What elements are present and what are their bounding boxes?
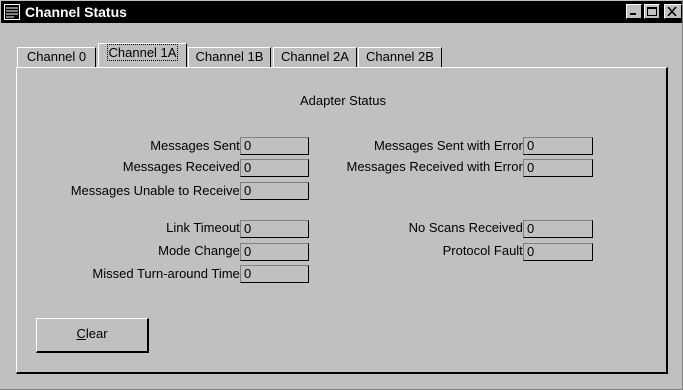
- missed-turnaround-field: 0: [240, 265, 309, 283]
- window-title: Channel Status: [25, 4, 127, 20]
- messages-sent-field: 0: [240, 137, 309, 155]
- messages-received-label: Messages Received =: [122, 159, 251, 174]
- title-bar[interactable]: Channel Status: [1, 1, 682, 23]
- adapter-status-heading: Adapter Status: [300, 93, 386, 108]
- system-menu-icon[interactable]: [4, 4, 20, 20]
- mode-change-field: 0: [240, 243, 309, 261]
- messages-unable-label: Messages Unable to Receive =: [70, 183, 251, 198]
- clear-button[interactable]: Clear: [36, 318, 149, 353]
- tab-label: Channel 0: [26, 49, 87, 64]
- tab-label: Channel 2A: [281, 49, 349, 64]
- link-timeout-field: 0: [240, 220, 309, 238]
- messages-sent-label: Messages Sent =: [150, 138, 251, 153]
- close-icon: [667, 7, 677, 16]
- tab-label: Channel 2B: [366, 49, 434, 64]
- tab-channel-1b[interactable]: Channel 1B: [188, 47, 271, 67]
- clear-label: lear: [85, 326, 108, 341]
- maximize-icon: [647, 7, 657, 16]
- messages-sent-error-field: 0: [523, 137, 593, 155]
- maximize-button[interactable]: [644, 4, 660, 19]
- clear-mnemonic: C: [76, 326, 86, 341]
- channel-status-window: Channel Status Channel 0 Channel 1A Chan…: [0, 0, 683, 390]
- mode-change-label: Mode Change =: [158, 243, 251, 258]
- protocol-fault-label: Protocol Fault =: [442, 243, 534, 258]
- tab-channel-0[interactable]: Channel 0: [17, 47, 96, 67]
- tab-channel-2a[interactable]: Channel 2A: [273, 47, 357, 67]
- no-scans-label: No Scans Received =: [408, 220, 534, 235]
- tab-channel-1a[interactable]: Channel 1A: [98, 43, 187, 67]
- messages-received-field: 0: [240, 159, 309, 177]
- messages-received-error-label: Messages Received with Error =: [346, 159, 535, 174]
- messages-sent-error-label: Messages Sent with Error =: [373, 138, 534, 153]
- tab-label: Channel 1B: [195, 49, 264, 64]
- protocol-fault-field: 0: [523, 243, 593, 261]
- tab-label: Channel 1A: [106, 44, 179, 61]
- close-button[interactable]: [664, 4, 682, 19]
- tab-channel-2b[interactable]: Channel 2B: [358, 47, 442, 67]
- missed-turnaround-label: Missed Turn-around Time =: [92, 266, 251, 281]
- messages-received-error-field: 0: [523, 159, 593, 177]
- link-timeout-label: Link Timeout =: [166, 220, 251, 235]
- minimize-button[interactable]: [626, 4, 642, 19]
- minimize-icon: [630, 13, 636, 15]
- messages-unable-field: 0: [240, 182, 309, 200]
- no-scans-field: 0: [523, 220, 593, 238]
- channel-1a-panel: Adapter Status Messages Sent = 0 Message…: [16, 67, 668, 374]
